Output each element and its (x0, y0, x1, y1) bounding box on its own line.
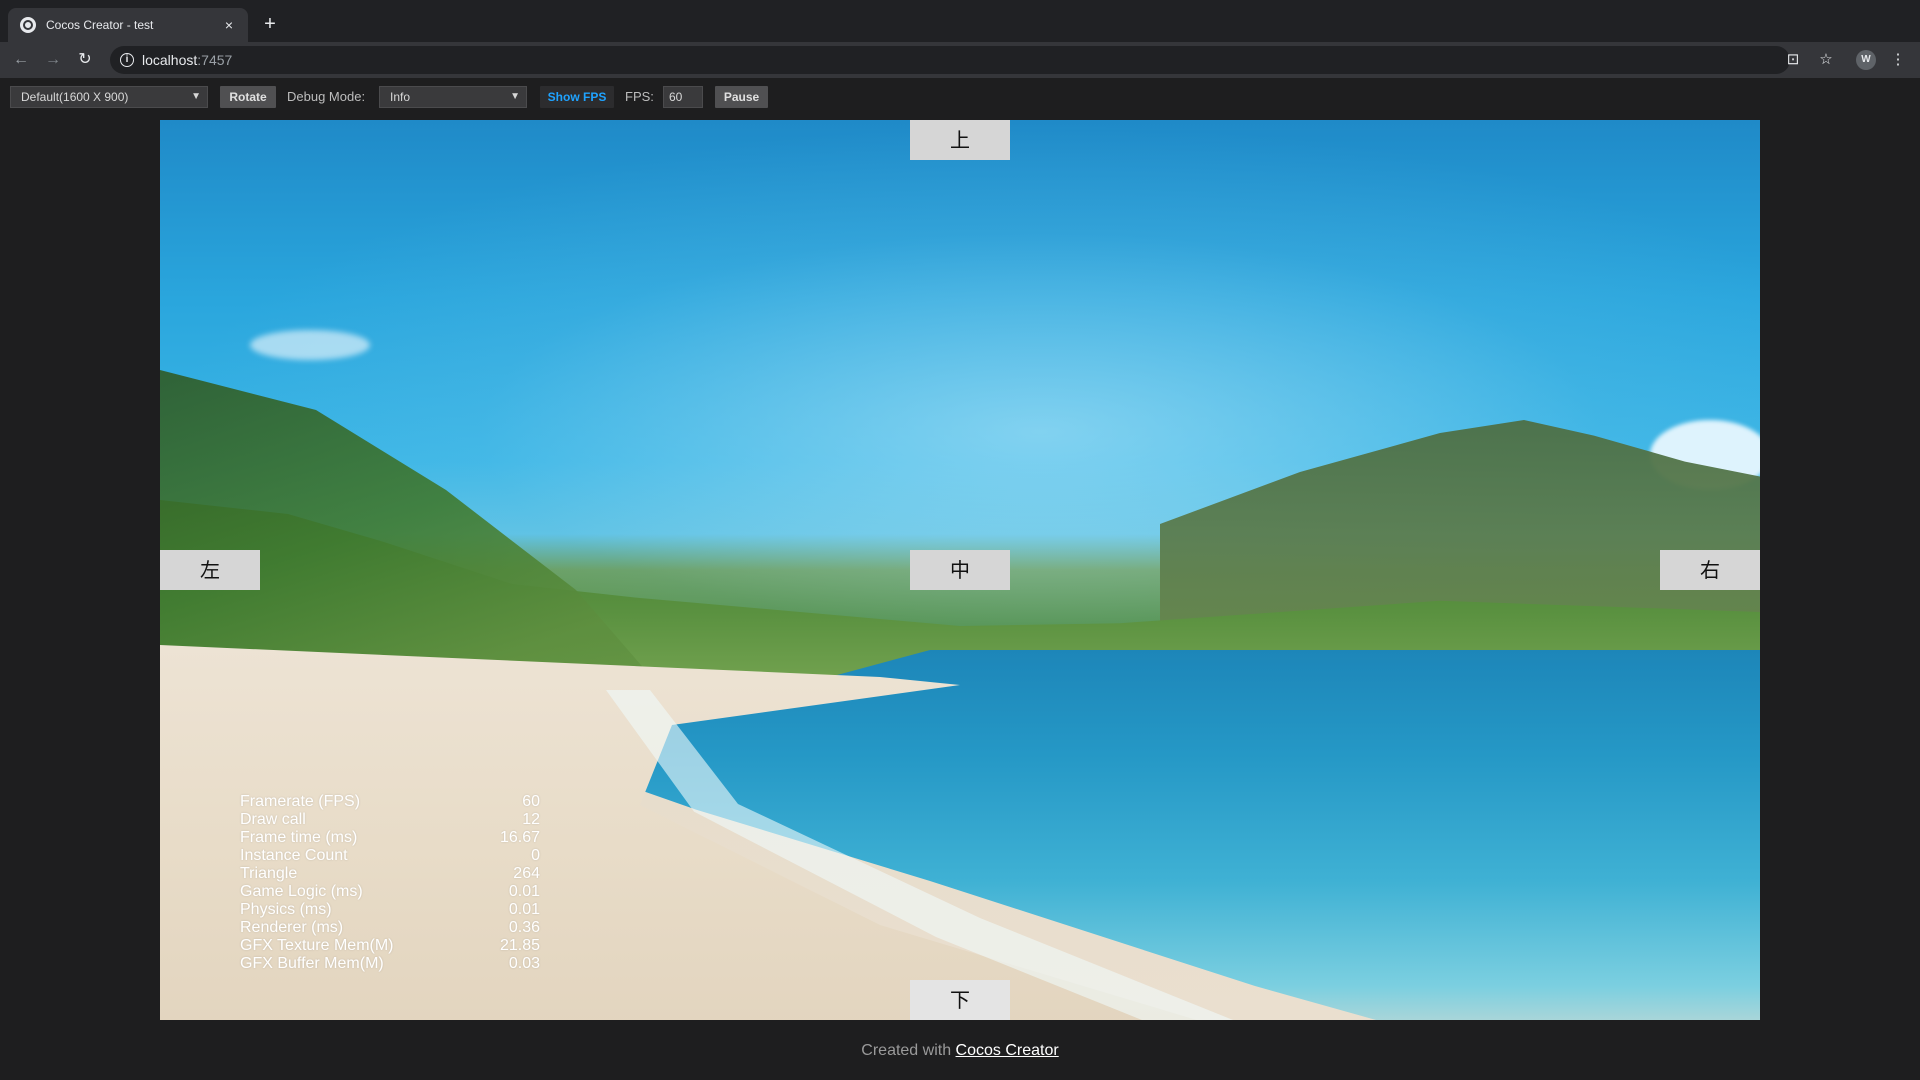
stat-row: Draw call 12 (240, 811, 540, 829)
stat-value: 12 (522, 811, 540, 828)
stat-value: 0.01 (508, 901, 540, 918)
fps-stats-panel: Framerate (FPS) 60 Draw call 12 Frame time… (240, 793, 540, 973)
debug-mode-label: Debug Mode: (287, 89, 366, 104)
menu-kebab-icon[interactable]: ⋮ (1888, 50, 1908, 70)
browser-toolbar: ← → ↻ i localhost :7457 ⊡ ☆ W ⋮ (0, 42, 1920, 78)
stat-label: Triangle (240, 865, 298, 882)
stat-row: GFX Buffer Mem(M) 0.03 (240, 955, 540, 973)
profile-avatar[interactable]: W (1856, 50, 1876, 70)
fps-label: FPS: (625, 89, 654, 104)
bookmark-star-icon[interactable]: ☆ (1816, 50, 1836, 70)
stat-row: Instance Count 0 (240, 847, 540, 865)
new-tab-icon[interactable]: + (258, 12, 282, 36)
stat-label: Renderer (ms) (240, 919, 344, 936)
stat-row: Physics (ms) 0.01 (240, 901, 540, 919)
stat-row: Framerate (FPS) 60 (240, 793, 540, 811)
stat-value: 21.85 (499, 937, 540, 954)
tab-close-icon[interactable]: × (220, 17, 238, 33)
stat-label: GFX Texture Mem(M) (240, 937, 394, 954)
game-canvas[interactable]: 上 中 左 右 下 Framerate (FPS) 60 Draw call 12 … (160, 120, 1760, 1020)
browser-tab[interactable]: Cocos Creator - test × (8, 8, 248, 42)
resolution-value: Default(1600 X 900) (21, 90, 129, 104)
stat-value: 0.36 (508, 919, 540, 936)
stat-row: Game Logic (ms) 0.01 (240, 883, 540, 901)
stat-value: 0.01 (508, 883, 540, 900)
cloud (250, 330, 370, 360)
footer: Created with Cocos Creator (0, 1042, 1920, 1060)
stat-label: Game Logic (ms) (240, 883, 363, 900)
debug-mode-value: Info (390, 90, 411, 104)
stat-label: GFX Buffer Mem(M) (240, 955, 384, 972)
stat-value: 0 (531, 847, 540, 864)
translate-icon[interactable]: ⊡ (1783, 50, 1803, 70)
stat-label: Frame time (ms) (240, 829, 358, 846)
cocos-creator-link[interactable]: Cocos Creator (956, 1042, 1059, 1059)
fps-input[interactable]: 60 (663, 86, 703, 108)
rotate-button[interactable]: Rotate (220, 86, 276, 108)
stat-label: Instance Count (240, 847, 348, 864)
stat-value: 264 (513, 865, 540, 882)
cocos-favicon-icon (20, 17, 36, 33)
debug-mode-select[interactable]: Info ▼ (379, 86, 527, 108)
reload-icon[interactable]: ↻ (74, 49, 96, 71)
address-bar[interactable]: i localhost :7457 (110, 46, 1790, 74)
right-button[interactable]: 右 (1660, 550, 1760, 590)
up-button[interactable]: 上 (910, 120, 1010, 160)
stat-value: 16.67 (499, 829, 540, 846)
stat-label: Framerate (FPS) (240, 793, 361, 810)
chevron-down-icon: ▼ (510, 91, 520, 102)
stat-label: Draw call (240, 811, 306, 828)
pause-button[interactable]: Pause (715, 86, 768, 108)
show-fps-button[interactable]: Show FPS (540, 86, 614, 108)
down-button[interactable]: 下 (910, 980, 1010, 1020)
stat-row: Renderer (ms) 0.36 (240, 919, 540, 937)
center-button[interactable]: 中 (910, 550, 1010, 590)
chevron-down-icon: ▼ (191, 91, 201, 102)
footer-prefix: Created with (861, 1042, 956, 1059)
stat-row: Triangle 264 (240, 865, 540, 883)
stat-row: Frame time (ms) 16.67 (240, 829, 540, 847)
stat-row: GFX Texture Mem(M) 21.85 (240, 937, 540, 955)
url-port: :7457 (197, 52, 233, 68)
browser-tabstrip: Cocos Creator - test × + (0, 0, 1920, 42)
stat-label: Physics (ms) (240, 901, 332, 918)
preview-toolbar: Default(1600 X 900) ▼ Rotate Debug Mode:… (0, 78, 1920, 114)
left-button[interactable]: 左 (160, 550, 260, 590)
forward-arrow-icon[interactable]: → (42, 49, 64, 71)
site-info-icon[interactable]: i (120, 53, 134, 67)
back-arrow-icon[interactable]: ← (10, 49, 32, 71)
stat-value: 0.03 (508, 955, 540, 972)
url-host: localhost (142, 52, 198, 68)
tab-title: Cocos Creator - test (46, 18, 154, 32)
stat-value: 60 (522, 793, 540, 810)
resolution-select[interactable]: Default(1600 X 900) ▼ (10, 86, 208, 108)
